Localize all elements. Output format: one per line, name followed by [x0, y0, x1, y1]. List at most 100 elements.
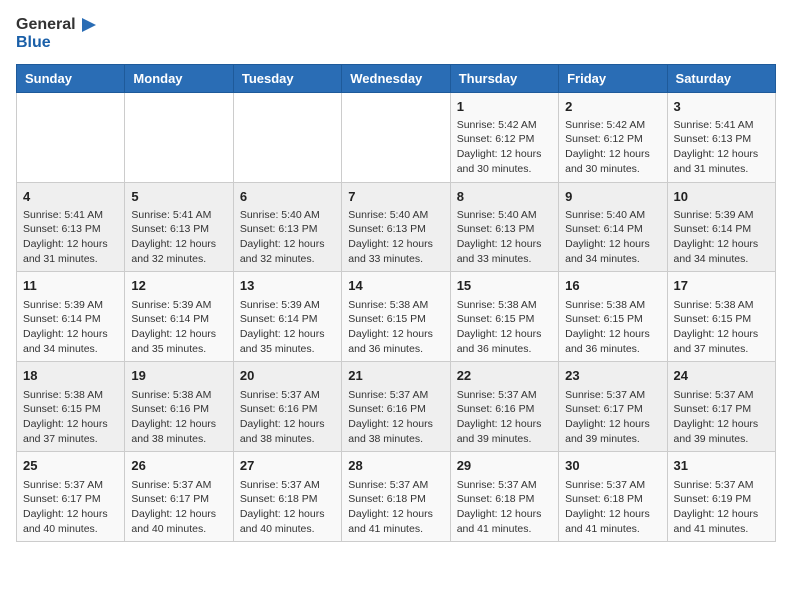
day-number: 7 — [348, 188, 443, 206]
day-number: 12 — [131, 277, 226, 295]
day-info: Sunrise: 5:37 AM Sunset: 6:19 PM Dayligh… — [674, 478, 769, 537]
logo-general-text: General — [16, 16, 76, 34]
calendar-week-row: 1 Sunrise: 5:42 AM Sunset: 6:12 PM Daylig… — [17, 92, 776, 182]
calendar-cell: 16 Sunrise: 5:38 AM Sunset: 6:15 PM Dayli… — [559, 272, 667, 362]
day-number: 18 — [23, 367, 118, 385]
calendar-cell: 28 Sunrise: 5:37 AM Sunset: 6:18 PM Dayli… — [342, 452, 450, 542]
calendar-cell: 7 Sunrise: 5:40 AM Sunset: 6:13 PM Daylig… — [342, 182, 450, 272]
calendar-table: SundayMondayTuesdayWednesdayThursdayFrid… — [16, 64, 776, 543]
calendar-cell: 8 Sunrise: 5:40 AM Sunset: 6:13 PM Daylig… — [450, 182, 558, 272]
day-info: Sunrise: 5:40 AM Sunset: 6:13 PM Dayligh… — [348, 208, 443, 267]
day-number: 16 — [565, 277, 660, 295]
weekday-header-tuesday: Tuesday — [233, 64, 341, 92]
calendar-week-row: 18 Sunrise: 5:38 AM Sunset: 6:15 PM Dayli… — [17, 362, 776, 452]
day-info: Sunrise: 5:37 AM Sunset: 6:17 PM Dayligh… — [674, 388, 769, 447]
day-number: 24 — [674, 367, 769, 385]
day-number: 17 — [674, 277, 769, 295]
day-number: 2 — [565, 98, 660, 116]
day-info: Sunrise: 5:37 AM Sunset: 6:18 PM Dayligh… — [348, 478, 443, 537]
day-number: 31 — [674, 457, 769, 475]
logo-blue-text: Blue — [16, 34, 51, 51]
day-number: 25 — [23, 457, 118, 475]
calendar-cell: 1 Sunrise: 5:42 AM Sunset: 6:12 PM Daylig… — [450, 92, 558, 182]
calendar-cell: 15 Sunrise: 5:38 AM Sunset: 6:15 PM Dayli… — [450, 272, 558, 362]
calendar-cell: 11Sunrise: 5:39 AM Sunset: 6:14 PM Dayli… — [17, 272, 125, 362]
day-number: 14 — [348, 277, 443, 295]
day-info: Sunrise: 5:38 AM Sunset: 6:15 PM Dayligh… — [457, 298, 552, 357]
day-info: Sunrise: 5:38 AM Sunset: 6:16 PM Dayligh… — [131, 388, 226, 447]
calendar-cell: 24 Sunrise: 5:37 AM Sunset: 6:17 PM Dayli… — [667, 362, 775, 452]
calendar-cell: 17 Sunrise: 5:38 AM Sunset: 6:15 PM Dayli… — [667, 272, 775, 362]
page-header: General Blue — [16, 16, 776, 52]
calendar-cell: 31 Sunrise: 5:37 AM Sunset: 6:19 PM Dayli… — [667, 452, 775, 542]
calendar-cell: 2 Sunrise: 5:42 AM Sunset: 6:12 PM Daylig… — [559, 92, 667, 182]
day-info: Sunrise: 5:39 AM Sunset: 6:14 PM Dayligh… — [674, 208, 769, 267]
day-info: Sunrise: 5:42 AM Sunset: 6:12 PM Dayligh… — [457, 118, 552, 177]
calendar-cell — [233, 92, 341, 182]
day-number: 28 — [348, 457, 443, 475]
calendar-cell: 22 Sunrise: 5:37 AM Sunset: 6:16 PM Dayli… — [450, 362, 558, 452]
day-info: Sunrise: 5:41 AM Sunset: 6:13 PM Dayligh… — [674, 118, 769, 177]
day-info: Sunrise: 5:37 AM Sunset: 6:16 PM Dayligh… — [240, 388, 335, 447]
calendar-cell: 4Sunrise: 5:41 AM Sunset: 6:13 PM Daylig… — [17, 182, 125, 272]
day-info: Sunrise: 5:37 AM Sunset: 6:17 PM Dayligh… — [23, 478, 118, 537]
day-info: Sunrise: 5:38 AM Sunset: 6:15 PM Dayligh… — [23, 388, 118, 447]
day-info: Sunrise: 5:37 AM Sunset: 6:16 PM Dayligh… — [457, 388, 552, 447]
day-info: Sunrise: 5:40 AM Sunset: 6:14 PM Dayligh… — [565, 208, 660, 267]
day-number: 15 — [457, 277, 552, 295]
weekday-header-wednesday: Wednesday — [342, 64, 450, 92]
logo-icon — [78, 16, 96, 34]
day-number: 26 — [131, 457, 226, 475]
day-info: Sunrise: 5:42 AM Sunset: 6:12 PM Dayligh… — [565, 118, 660, 177]
calendar-week-row: 4Sunrise: 5:41 AM Sunset: 6:13 PM Daylig… — [17, 182, 776, 272]
day-number: 22 — [457, 367, 552, 385]
calendar-cell: 19 Sunrise: 5:38 AM Sunset: 6:16 PM Dayli… — [125, 362, 233, 452]
day-number: 6 — [240, 188, 335, 206]
day-number: 10 — [674, 188, 769, 206]
day-info: Sunrise: 5:39 AM Sunset: 6:14 PM Dayligh… — [131, 298, 226, 357]
weekday-header-saturday: Saturday — [667, 64, 775, 92]
day-number: 9 — [565, 188, 660, 206]
calendar-header-row: SundayMondayTuesdayWednesdayThursdayFrid… — [17, 64, 776, 92]
day-info: Sunrise: 5:37 AM Sunset: 6:18 PM Dayligh… — [240, 478, 335, 537]
day-info: Sunrise: 5:37 AM Sunset: 6:17 PM Dayligh… — [131, 478, 226, 537]
logo: General Blue — [16, 16, 96, 52]
day-info: Sunrise: 5:38 AM Sunset: 6:15 PM Dayligh… — [674, 298, 769, 357]
calendar-cell: 6 Sunrise: 5:40 AM Sunset: 6:13 PM Daylig… — [233, 182, 341, 272]
day-info: Sunrise: 5:37 AM Sunset: 6:17 PM Dayligh… — [565, 388, 660, 447]
calendar-cell: 18 Sunrise: 5:38 AM Sunset: 6:15 PM Dayli… — [17, 362, 125, 452]
weekday-header-thursday: Thursday — [450, 64, 558, 92]
calendar-week-row: 11Sunrise: 5:39 AM Sunset: 6:14 PM Dayli… — [17, 272, 776, 362]
day-info: Sunrise: 5:38 AM Sunset: 6:15 PM Dayligh… — [565, 298, 660, 357]
day-number: 5 — [131, 188, 226, 206]
day-number: 3 — [674, 98, 769, 116]
day-number: 19 — [131, 367, 226, 385]
calendar-week-row: 25 Sunrise: 5:37 AM Sunset: 6:17 PM Dayli… — [17, 452, 776, 542]
calendar-cell: 23 Sunrise: 5:37 AM Sunset: 6:17 PM Dayli… — [559, 362, 667, 452]
weekday-header-sunday: Sunday — [17, 64, 125, 92]
day-number: 27 — [240, 457, 335, 475]
calendar-cell: 21Sunrise: 5:37 AM Sunset: 6:16 PM Dayli… — [342, 362, 450, 452]
calendar-cell — [17, 92, 125, 182]
calendar-cell: 30Sunrise: 5:37 AM Sunset: 6:18 PM Dayli… — [559, 452, 667, 542]
day-info: Sunrise: 5:40 AM Sunset: 6:13 PM Dayligh… — [457, 208, 552, 267]
day-number: 23 — [565, 367, 660, 385]
day-number: 30 — [565, 457, 660, 475]
day-number: 1 — [457, 98, 552, 116]
calendar-cell: 3 Sunrise: 5:41 AM Sunset: 6:13 PM Daylig… — [667, 92, 775, 182]
calendar-cell: 27 Sunrise: 5:37 AM Sunset: 6:18 PM Dayli… — [233, 452, 341, 542]
day-info: Sunrise: 5:40 AM Sunset: 6:13 PM Dayligh… — [240, 208, 335, 267]
calendar-cell — [342, 92, 450, 182]
calendar-cell: 25 Sunrise: 5:37 AM Sunset: 6:17 PM Dayli… — [17, 452, 125, 542]
calendar-cell: 20Sunrise: 5:37 AM Sunset: 6:16 PM Dayli… — [233, 362, 341, 452]
calendar-cell: 14 Sunrise: 5:38 AM Sunset: 6:15 PM Dayli… — [342, 272, 450, 362]
calendar-cell — [125, 92, 233, 182]
day-info: Sunrise: 5:37 AM Sunset: 6:18 PM Dayligh… — [457, 478, 552, 537]
calendar-cell: 13Sunrise: 5:39 AM Sunset: 6:14 PM Dayli… — [233, 272, 341, 362]
day-info: Sunrise: 5:38 AM Sunset: 6:15 PM Dayligh… — [348, 298, 443, 357]
day-info: Sunrise: 5:41 AM Sunset: 6:13 PM Dayligh… — [131, 208, 226, 267]
day-number: 8 — [457, 188, 552, 206]
day-number: 21 — [348, 367, 443, 385]
logo-block: General Blue — [16, 16, 96, 52]
calendar-cell: 10 Sunrise: 5:39 AM Sunset: 6:14 PM Dayli… — [667, 182, 775, 272]
